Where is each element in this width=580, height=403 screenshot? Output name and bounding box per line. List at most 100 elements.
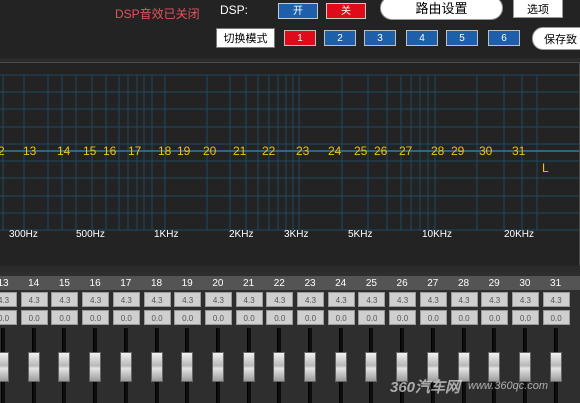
band-label: 26	[396, 278, 408, 289]
band-label: 17	[120, 278, 132, 289]
fader-knob[interactable]	[211, 352, 224, 382]
graph-band-number: 15	[83, 144, 97, 158]
preset-button-3[interactable]: 3	[364, 30, 396, 46]
q-value-field[interactable]: 4.3	[82, 292, 110, 307]
graph-band-number: 27	[399, 144, 413, 158]
gain-value-field[interactable]: 0.0	[297, 310, 324, 325]
q-value-field[interactable]: 4.3	[450, 292, 478, 307]
graph-band-number: 28	[431, 144, 445, 158]
graph-band-number: 31	[512, 144, 526, 158]
gain-value-field[interactable]: 0.0	[82, 310, 110, 325]
channel-indicator: L	[542, 161, 549, 175]
preset-button-1[interactable]: 1	[284, 30, 316, 46]
q-value-field[interactable]: 4.3	[143, 292, 171, 307]
q-value-field[interactable]: 4.3	[266, 292, 294, 307]
fader-knob[interactable]	[242, 352, 255, 382]
band-label: 31	[550, 278, 562, 289]
graph-band-number: 18	[158, 144, 172, 158]
band-label: 29	[488, 278, 500, 289]
q-value-field[interactable]: 4.3	[112, 292, 140, 307]
graph-band-number: 25	[354, 144, 368, 158]
gain-value-field[interactable]: 0.0	[20, 310, 48, 325]
gain-value-field[interactable]: 0.0	[542, 310, 570, 325]
switch-mode-button[interactable]: 切换模式	[216, 28, 275, 48]
options-button[interactable]: 选项	[513, 0, 563, 18]
gain-value-field[interactable]: 0.0	[51, 310, 79, 325]
band-label: 13	[0, 278, 9, 289]
fader-knob[interactable]	[304, 352, 316, 382]
band-label: 24	[335, 278, 347, 289]
graph-band-number: 29	[451, 144, 465, 158]
frequency-label: 1KHz	[154, 229, 179, 240]
frequency-label: 2KHz	[229, 229, 254, 240]
graph-band-number: 24	[328, 144, 342, 158]
band-label: 16	[89, 278, 101, 289]
gain-value-field[interactable]: 0.0	[450, 310, 478, 325]
gain-value-field[interactable]: 0.0	[0, 310, 17, 325]
preset-button-4[interactable]: 4	[406, 30, 438, 46]
q-value-field[interactable]: 4.3	[51, 292, 79, 307]
q-value-field[interactable]: 4.3	[174, 292, 202, 307]
graph-band-number: 30	[479, 144, 493, 158]
fader-knob[interactable]	[181, 352, 194, 382]
dsp-status-text: DSP音效已关闭	[115, 7, 200, 21]
gain-value-field[interactable]: 0.0	[235, 310, 263, 325]
q-value-field[interactable]: 4.3	[389, 292, 417, 307]
gain-value-field[interactable]: 0.0	[419, 310, 447, 325]
band-label: 19	[181, 278, 193, 289]
dsp-label: DSP:	[220, 3, 249, 17]
dsp-off-button[interactable]: 关	[326, 3, 366, 19]
fader-knob[interactable]	[119, 352, 132, 382]
q-value-field[interactable]: 4.3	[481, 292, 509, 307]
band-label: 30	[519, 278, 531, 289]
fader-knob[interactable]	[334, 352, 347, 382]
fader-knob[interactable]	[89, 352, 102, 382]
preset-button-6[interactable]: 6	[488, 30, 520, 46]
gain-value-field[interactable]: 0.0	[204, 310, 232, 325]
fader-knob[interactable]	[0, 352, 9, 382]
frequency-label: 3KHz	[284, 229, 309, 240]
graph-band-number: 2	[0, 144, 5, 158]
graph-band-number: 19	[177, 144, 191, 158]
band-label: 27	[427, 278, 439, 289]
gain-value-field[interactable]: 0.0	[327, 310, 355, 325]
band-label: 18	[150, 278, 163, 289]
q-value-field[interactable]: 4.3	[297, 292, 324, 307]
fader-knob[interactable]	[58, 352, 71, 382]
gain-value-field[interactable]: 0.0	[143, 310, 171, 325]
routing-settings-button[interactable]: 路由设置	[380, 0, 503, 20]
graph-band-number: 13	[23, 144, 37, 158]
save-button[interactable]: 保存致	[532, 27, 580, 50]
fader-knob[interactable]	[27, 352, 40, 382]
q-value-field[interactable]: 4.3	[358, 292, 386, 307]
gain-value-field[interactable]: 0.0	[174, 310, 202, 325]
graph-band-number: 22	[262, 144, 276, 158]
gain-value-field[interactable]: 0.0	[112, 310, 140, 325]
fader-knob[interactable]	[150, 352, 163, 382]
dsp-on-button[interactable]: 开	[278, 3, 318, 19]
gain-value-field[interactable]: 0.0	[358, 310, 386, 325]
gain-value-field[interactable]: 0.0	[481, 310, 509, 325]
watermark: 360汽车网 www.360qc.com	[390, 376, 575, 398]
q-value-field[interactable]: 4.3	[20, 292, 48, 307]
band-label: 15	[58, 278, 70, 289]
graph-band-number: 21	[233, 144, 247, 158]
q-value-field[interactable]: 4.3	[327, 292, 355, 307]
q-value-field[interactable]: 4.3	[542, 292, 570, 307]
q-value-field[interactable]: 4.3	[0, 292, 17, 307]
q-value-field[interactable]: 4.3	[204, 292, 232, 307]
q-value-field[interactable]: 4.3	[419, 292, 447, 307]
preset-button-5[interactable]: 5	[446, 30, 478, 46]
fader-knob[interactable]	[273, 352, 286, 382]
q-value-field[interactable]: 4.3	[235, 292, 263, 307]
gain-value-field[interactable]: 0.0	[389, 310, 417, 325]
band-label: 21	[243, 278, 255, 289]
band-label: 28	[457, 278, 470, 289]
graph-band-number: 17	[128, 144, 142, 158]
preset-button-2[interactable]: 2	[324, 30, 356, 46]
q-value-field[interactable]: 4.3	[511, 292, 539, 307]
gain-value-field[interactable]: 0.0	[266, 310, 294, 325]
band-label: 25	[365, 278, 377, 289]
fader-knob[interactable]	[365, 352, 378, 382]
gain-value-field[interactable]: 0.0	[511, 310, 539, 325]
